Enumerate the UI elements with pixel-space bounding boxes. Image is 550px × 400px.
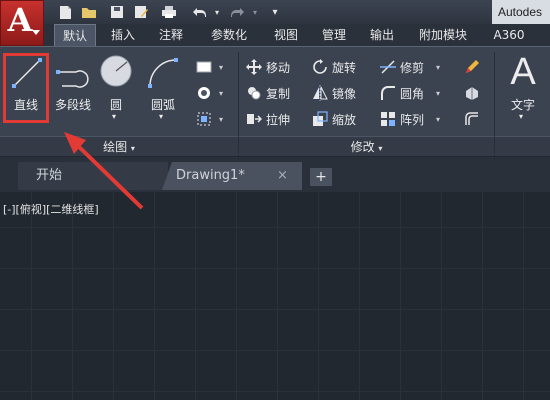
annotation-arrow <box>64 132 144 210</box>
